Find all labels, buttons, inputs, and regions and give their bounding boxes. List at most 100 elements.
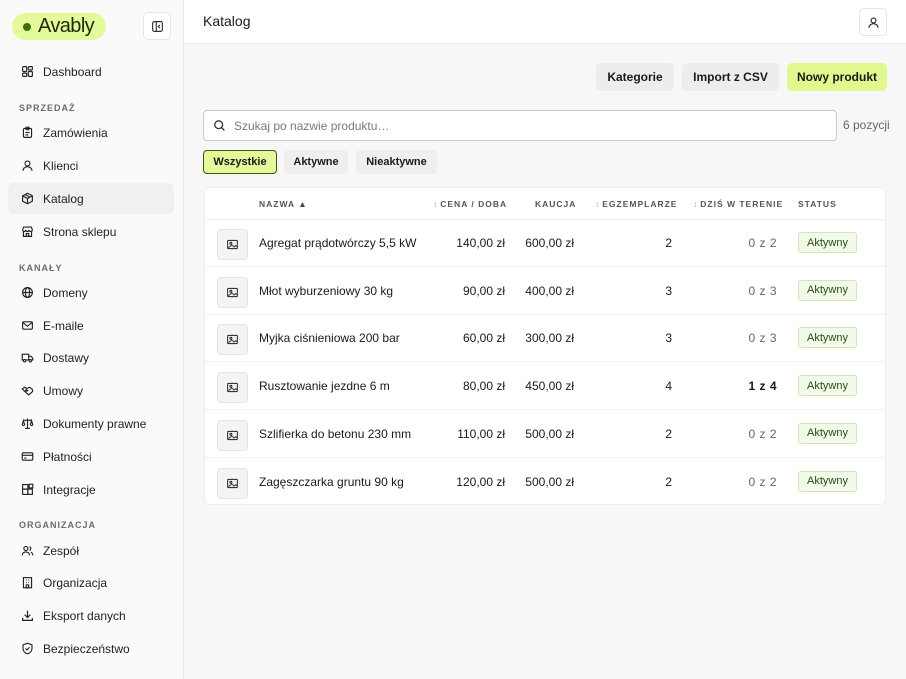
sidebar-item-dashboard[interactable]: Dashboard <box>8 56 174 87</box>
table-row[interactable]: Myjka ciśnieniowa 200 bar 60,00 zł 300,00 … <box>205 315 886 363</box>
sidebar-item-label: Umowy <box>43 383 84 398</box>
column-header-name[interactable]: NAZWA ▲ <box>259 199 308 209</box>
shield-icon <box>22 642 33 655</box>
table-row[interactable]: Młot wyburzeniowy 30 kg 90,00 zł 400,00 zł… <box>205 268 886 315</box>
column-header-today[interactable]: ↕ DZIŚ W TERENIE <box>693 199 783 209</box>
in-field-today: 0 z 3 <box>748 331 777 346</box>
image-placeholder-icon <box>227 383 238 393</box>
sidebar-item-data-export[interactable]: Eksport danych <box>8 600 174 631</box>
more-actions-icon[interactable]: ··· <box>885 425 886 439</box>
table-row[interactable]: Zagęszczarka gruntu 90 kg 120,00 zł 500,00… <box>205 459 886 505</box>
sidebar-toggle-icon <box>151 20 163 32</box>
sidebar-item-label: Płatności <box>43 449 92 464</box>
sidebar-item-domains[interactable]: Domeny <box>8 277 174 308</box>
clipboard-icon <box>22 126 33 138</box>
users-icon <box>21 545 34 556</box>
logo[interactable]: Avably <box>12 13 107 40</box>
sidebar-item-label: Dashboard <box>43 64 102 79</box>
product-name[interactable]: Młot wyburzeniowy 30 kg <box>259 284 393 298</box>
product-name[interactable]: Szlifierka do betonu 230 mm <box>259 427 411 441</box>
sidebar-item-storefront[interactable]: Strona sklepu <box>8 216 174 247</box>
sidebar-item-contracts[interactable]: Umowy <box>8 375 174 406</box>
more-actions-icon[interactable]: ··· <box>885 329 886 343</box>
product-name[interactable]: Rusztowanie jezdne 6 m <box>259 379 390 393</box>
sidebar-item-customers[interactable]: Klienci <box>8 150 174 181</box>
product-thumbnail <box>217 229 248 260</box>
image-placeholder-icon <box>227 239 238 250</box>
unit-count: 2 <box>665 236 672 250</box>
unit-count: 3 <box>665 331 672 346</box>
user-icon <box>867 16 879 28</box>
image-placeholder-icon <box>227 478 238 488</box>
globe-icon <box>22 287 33 298</box>
puzzle-icon <box>22 483 34 495</box>
image-placeholder-icon <box>227 287 238 297</box>
deposit: 500,00 zł <box>525 426 574 441</box>
table-row[interactable]: Agregat prądotwórczy 5,5 kW 140,00 zł 600,… <box>205 220 886 267</box>
sidebar-item-integrations[interactable]: Integracje <box>8 474 174 505</box>
sidebar-item-payments[interactable]: Płatności <box>8 441 174 472</box>
logo-text: Avably <box>38 15 95 37</box>
filter-tab-all[interactable]: Wszystkie <box>203 150 277 174</box>
deposit: 450,00 zł <box>525 379 574 394</box>
column-header-status: STATUS <box>798 199 837 209</box>
filter-tab-inactive[interactable]: Nieaktywne <box>356 150 437 174</box>
column-header-units[interactable]: ↕ EGZEMPLARZE <box>595 199 677 209</box>
more-actions-icon[interactable]: ··· <box>885 282 886 296</box>
section-label-sales: SPRZEDAŻ <box>19 103 76 113</box>
sort-icon: ↕ <box>595 199 601 209</box>
sidebar-item-label: Zespół <box>43 543 80 558</box>
product-name[interactable]: Agregat prądotwórczy 5,5 kW <box>259 236 416 250</box>
sidebar-item-label: Klienci <box>43 158 79 173</box>
sidebar-item-security[interactable]: Bezpieczeństwo <box>8 633 174 664</box>
status-badge: Aktywny <box>798 375 857 397</box>
sidebar-item-legal-documents[interactable]: Dokumenty prawne <box>8 408 174 439</box>
status-badge: Aktywny <box>798 279 857 301</box>
deposit: 400,00 zł <box>525 283 574 298</box>
price-per-day: 110,00 zł <box>457 426 505 441</box>
sidebar-item-emails[interactable]: E-maile <box>8 310 174 341</box>
sidebar-item-catalog[interactable]: Katalog <box>8 183 174 214</box>
sidebar-item-label: Organizacja <box>43 575 108 590</box>
import-csv-button[interactable]: Import z CSV <box>682 63 779 91</box>
filter-tab-active[interactable]: Aktywne <box>284 150 348 174</box>
search-input[interactable] <box>234 118 836 133</box>
categories-button[interactable]: Kategorie <box>596 63 674 91</box>
more-actions-icon[interactable]: ··· <box>885 234 886 248</box>
product-thumbnail <box>217 419 248 451</box>
product-thumbnail <box>217 276 248 308</box>
status-badge: Aktywny <box>798 327 857 349</box>
column-header-deposit[interactable]: KAUCJA <box>535 199 576 209</box>
sidebar-item-label: Strona sklepu <box>43 224 117 239</box>
sidebar-item-label: Bezpieczeństwo <box>43 641 130 656</box>
sidebar-collapse-button[interactable] <box>143 12 171 40</box>
sidebar-item-orders[interactable]: Zamówienia <box>8 117 174 148</box>
more-actions-icon[interactable]: ··· <box>885 377 886 391</box>
table-row[interactable]: Rusztowanie jezdne 6 m 80,00 zł 450,00 zł 4… <box>205 363 886 411</box>
deposit: 300,00 zł <box>525 331 574 346</box>
product-name[interactable]: Myjka ciśnieniowa 200 bar <box>259 331 400 345</box>
price-per-day: 60,00 zł <box>462 331 505 346</box>
in-field-today: 0 z 2 <box>748 474 777 489</box>
user-menu-button[interactable] <box>859 8 887 36</box>
status-badge: Aktywny <box>798 232 857 253</box>
deposit: 600,00 zł <box>525 236 574 250</box>
table-row[interactable]: Szlifierka do betonu 230 mm 110,00 zł 500,… <box>205 411 886 458</box>
in-field-today: 0 z 3 <box>748 283 777 298</box>
sidebar-item-team[interactable]: Zespół <box>8 535 174 566</box>
sidebar-item-label: Integracje <box>43 482 96 497</box>
column-header-price[interactable]: ↕ CENA / DOBA <box>433 199 507 209</box>
search-box[interactable] <box>203 110 837 141</box>
truck-icon <box>21 353 34 363</box>
card-icon <box>21 452 34 461</box>
section-label-channels: KANAŁY <box>19 263 63 273</box>
sidebar-item-label: Dostawy <box>43 350 90 365</box>
sidebar-item-label: Katalog <box>43 191 84 206</box>
sort-ascending-icon: ▲ <box>298 199 308 209</box>
sidebar-item-deliveries[interactable]: Dostawy <box>8 342 174 373</box>
product-name[interactable]: Zagęszczarka gruntu 90 kg <box>259 475 404 489</box>
sidebar-item-organization[interactable]: Organizacja <box>8 567 174 598</box>
new-product-button[interactable]: Nowy produkt <box>787 63 887 91</box>
dashboard-icon <box>22 66 33 77</box>
more-actions-icon[interactable]: ··· <box>885 473 886 487</box>
